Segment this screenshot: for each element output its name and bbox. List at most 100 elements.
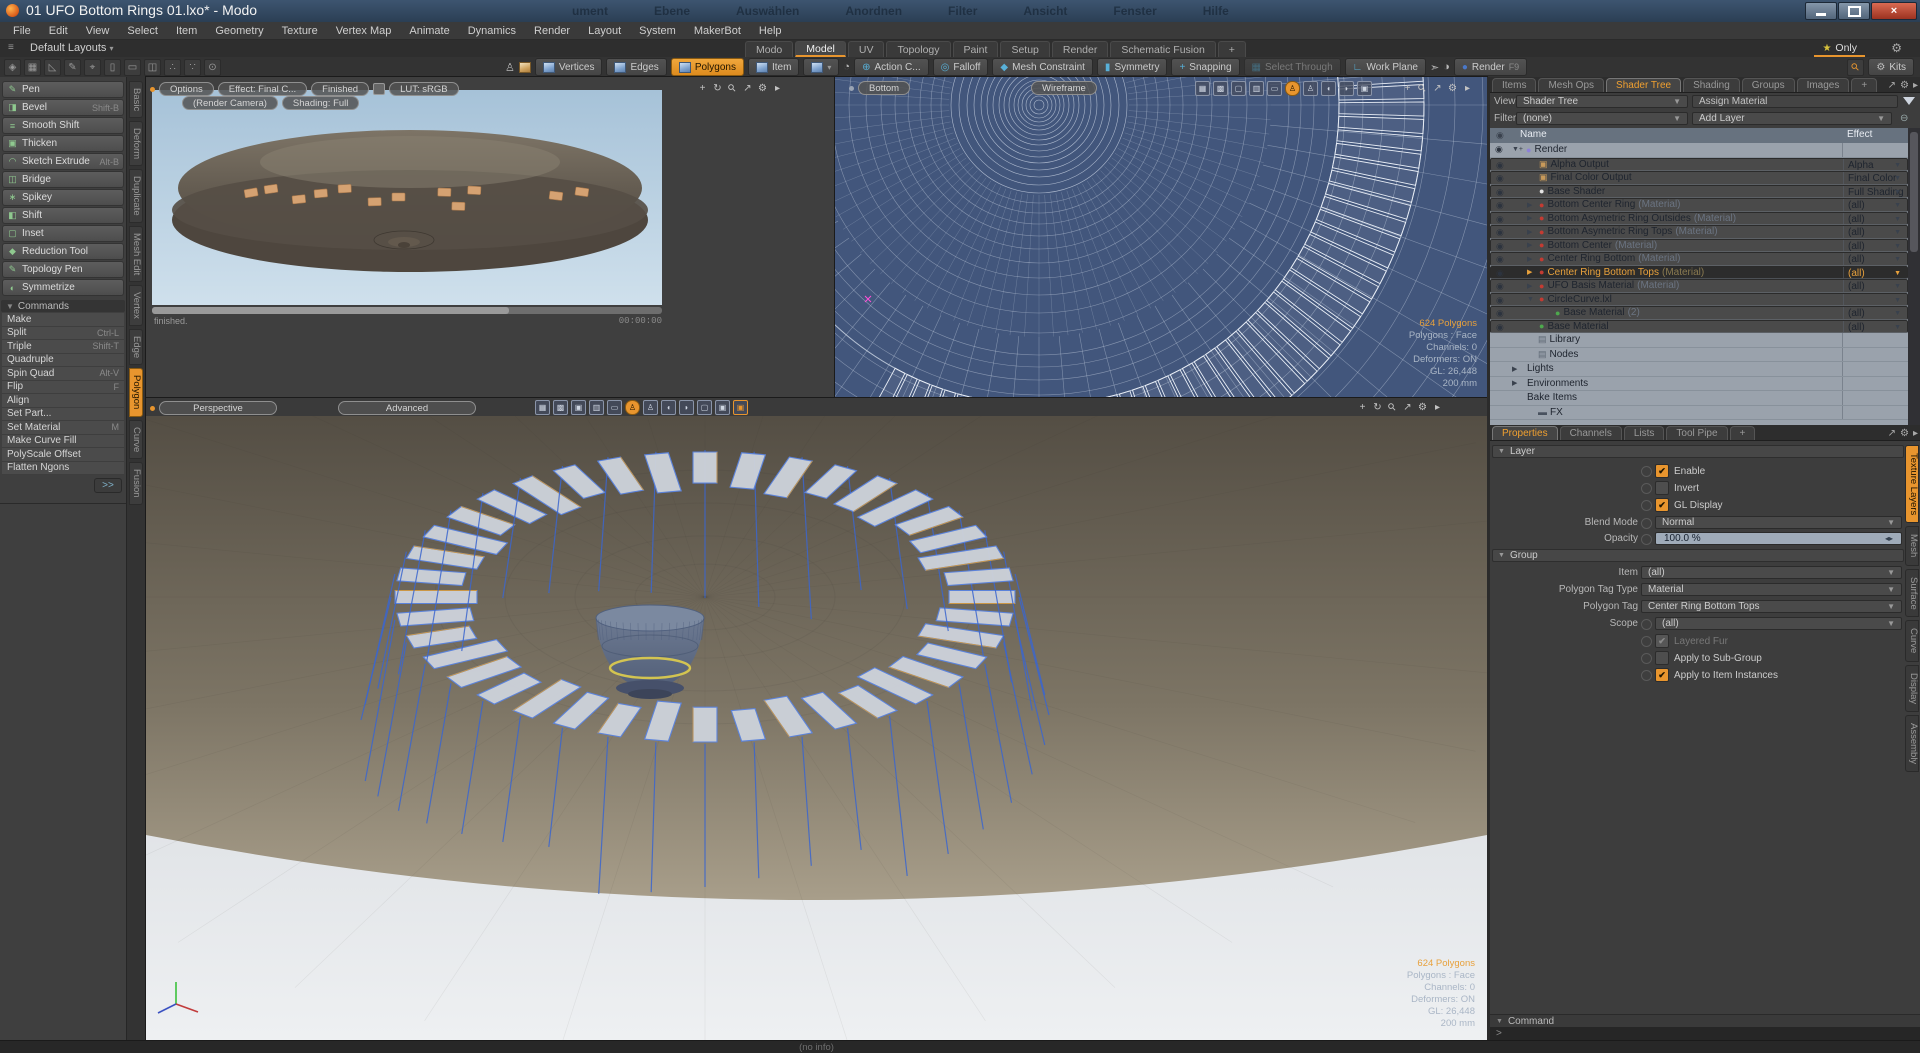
layer-name[interactable]: Alpha Output [1551,159,1609,170]
default-layouts-dropdown[interactable]: Default Layouts ▾ [30,42,114,54]
main-tab[interactable]: Model [795,41,846,57]
viewport-menu-dot[interactable] [849,85,854,91]
expand-icon[interactable]: ↗ [742,83,753,94]
filter-dropdown[interactable]: (none) ▼ [1516,112,1688,125]
tool-category-tab[interactable]: Polygon [129,368,143,417]
layer-section-header[interactable]: ▼ Layer [1492,445,1904,458]
command-input[interactable]: > [1490,1027,1920,1040]
expand-arrow-icon[interactable]: ▶ [1527,201,1536,209]
effect-dropdown-arrow[interactable]: ▼ [1894,229,1901,236]
command-item[interactable]: Flip F [2,380,124,394]
layer-name[interactable]: FX [1550,407,1563,418]
layer-effect[interactable]: (all) [1848,281,1865,292]
command-item[interactable]: PolyScale Offset [2,448,124,462]
shader-tree-row[interactable]: ◉ ▣ Alpha Output Alpha ▼ [1490,157,1908,171]
visibility-eye-icon[interactable]: ◉ [1496,241,1504,252]
panel-tab[interactable]: + [1851,78,1878,92]
gear-icon[interactable]: ⚙ [1891,41,1902,55]
render-button[interactable]: ● Render F9 [1453,58,1528,76]
viewport-toggle-icon[interactable]: ▩ [553,400,568,415]
main-tab[interactable]: + [1217,41,1246,57]
viewport-toggle-icon[interactable]: ♙ [1303,81,1318,96]
render-scrollbar[interactable] [152,307,662,314]
gear-icon[interactable]: ⚙ [1900,80,1909,91]
effect-dropdown-arrow[interactable]: ▼ [1894,310,1901,317]
viewport-toggle-icon[interactable]: ◖ [661,400,676,415]
shading-mode-pill[interactable]: Advanced [338,401,476,415]
effect-dropdown-arrow[interactable]: ▼ [1894,324,1901,331]
pivot-cube-icon[interactable] [518,61,531,73]
menu-item[interactable]: Animate [400,25,458,37]
layer-name[interactable]: Lights [1527,363,1554,374]
tool-button[interactable]: ◆ Reduction Tool [2,243,124,260]
layer-name[interactable]: Nodes [1550,349,1579,360]
layer-effect[interactable]: (all) [1848,227,1865,238]
expand-arrow-icon[interactable]: ▶ [1527,282,1536,290]
quick-tool-icon[interactable]: ⌖ [84,59,101,76]
tool-button[interactable]: ✎ Pen [2,81,124,98]
main-tab[interactable]: Schematic Fusion [1110,41,1216,57]
menu-item[interactable]: Edit [40,25,77,37]
expand-arrow-icon[interactable]: ▼+ [1512,146,1523,153]
quick-tool-icon[interactable]: ▭ [124,59,141,76]
shader-tree-row[interactable]: ◉ ▶ ● Center Ring Bottom (Material) (all… [1490,252,1908,266]
visibility-eye-icon[interactable]: ◉ [1496,268,1504,279]
menu-item[interactable]: MakerBot [685,25,750,37]
shader-tree-row[interactable]: ◉ ▤ Nodes ▼ [1490,347,1908,362]
viewport-option-pill[interactable]: (Render Camera) [182,96,278,110]
viewport-toggle-icon[interactable]: ▦ [1195,81,1210,96]
properties-category-tab[interactable]: Mesh [1905,526,1919,566]
viewport-toggle-icon[interactable]: ▣ [715,400,730,415]
tool-category-tab[interactable]: Fusion [129,462,143,505]
menu-item[interactable]: Geometry [206,25,272,37]
polygon-tag-dropdown[interactable]: Center Ring Bottom Tops ▼ [1641,600,1902,613]
menu-item[interactable]: Help [750,25,791,37]
visibility-eye-icon[interactable]: ◉ [1496,160,1504,171]
toolbar-feature-button[interactable]: ∟ Work Plane [1344,58,1426,76]
shading-mode-pill[interactable]: Wireframe [1031,81,1097,95]
close-button[interactable]: × [1871,2,1917,20]
gear-icon[interactable]: ⚙ [1447,83,1458,94]
effect-dropdown-arrow[interactable]: ▼ [1894,243,1901,250]
properties-tab[interactable]: + [1729,426,1756,440]
gear-icon[interactable]: ⚙ [1417,402,1428,413]
viewport-option-pill[interactable]: Effect: Final C... [217,82,308,96]
effect-dropdown-arrow[interactable]: ▼ [1894,189,1901,196]
menu-item[interactable]: View [77,25,119,37]
pan-icon[interactable]: + [697,83,708,94]
shader-tree-row[interactable]: ◉ ▶ ● Bottom Center Ring (Material) (all… [1490,198,1908,212]
layer-name[interactable]: Bottom Center Ring [1547,199,1635,210]
layer-name[interactable]: Base Material [1563,307,1624,318]
more-icon[interactable]: ▸ [1913,428,1918,439]
shader-tree-row[interactable]: ◉ ▶ ● Bottom Asymetric Ring Outsides (Ma… [1490,211,1908,225]
channel-toggle-icon[interactable] [1641,534,1652,545]
menu-item[interactable]: System [630,25,685,37]
view-dropdown[interactable]: Shader Tree ▼ [1516,95,1688,108]
rotate-icon[interactable]: ↻ [712,83,723,94]
panel-tab[interactable]: Images [1796,78,1850,92]
viewport-toggle-icon[interactable]: ♙ [643,400,658,415]
layer-effect[interactable]: (all) [1848,200,1865,211]
tool-category-tab[interactable]: Basic [129,81,143,119]
expand-arrow-icon[interactable]: ▶ [1527,228,1536,236]
properties-category-tab[interactable]: Assembly [1905,714,1919,772]
add-layer-dropdown[interactable]: Add Layer ▼ [1692,112,1892,125]
checkbox[interactable]: ✔ [1655,498,1669,512]
effect-column-header[interactable]: Effect [1847,129,1872,140]
globe-icon[interactable]: ◑ [1443,61,1450,73]
tool-category-tab[interactable]: Duplicate [129,169,143,223]
shader-tree-row[interactable]: ◉ ▬ FX ▼ [1490,405,1908,420]
tool-button[interactable]: ◧ Shift [2,207,124,224]
layer-effect[interactable]: (all) [1848,241,1865,252]
tool-category-tab[interactable]: Vertex [129,285,143,327]
main-tab[interactable]: Modo [745,41,794,57]
layer-effect[interactable]: Alpha [1848,160,1874,171]
layer-name[interactable]: Bottom Asymetric Ring Outsides [1547,213,1690,224]
selection-mode-button[interactable]: Edges [606,58,667,76]
visibility-eye-icon[interactable]: ◉ [1496,281,1504,292]
properties-category-tab[interactable]: Texture Layers [1905,445,1919,524]
effect-dropdown-arrow[interactable]: ▼ [1894,175,1901,182]
checkbox[interactable]: ✔ [1655,464,1669,478]
group-section-header[interactable]: ▼ Group [1492,549,1904,562]
toolbar-feature-button[interactable]: ▮ Symmetry [1096,58,1168,76]
